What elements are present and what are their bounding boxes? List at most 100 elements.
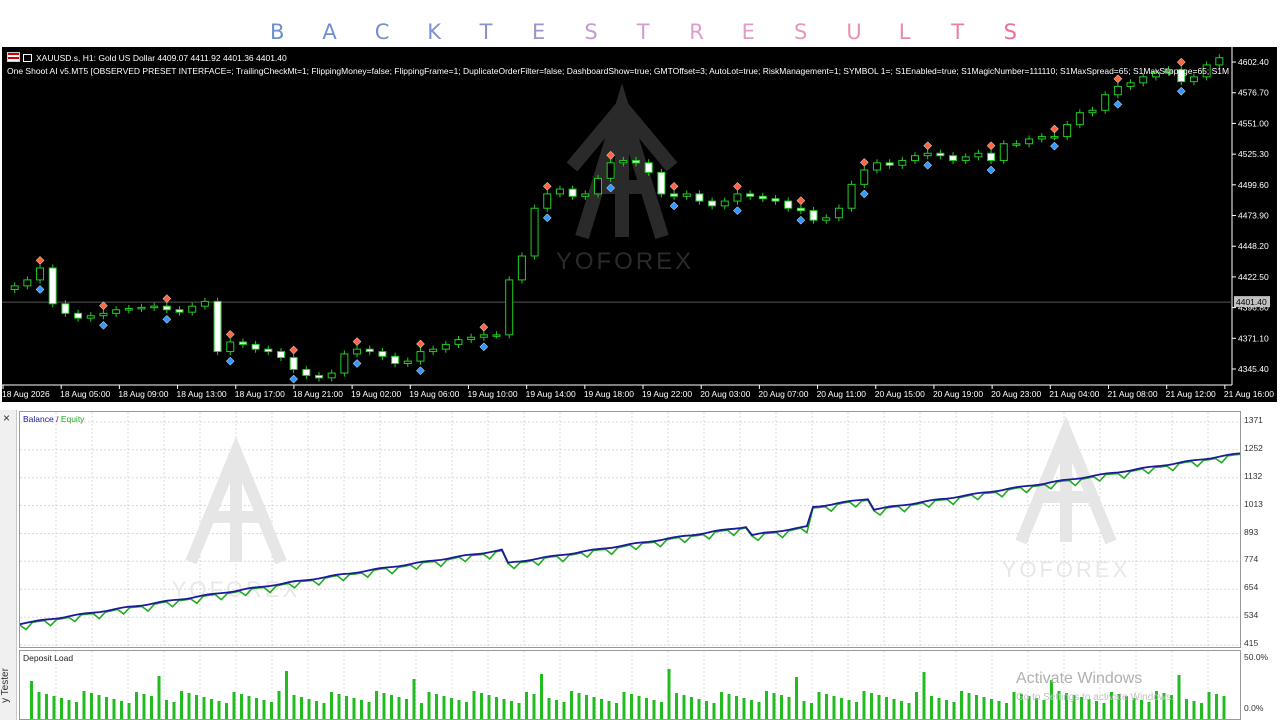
deposit-load-bar (667, 669, 671, 719)
title-letter: B (270, 20, 285, 44)
trade-marker (542, 181, 552, 191)
time-tick-label: 18 Aug 05:00 (60, 389, 110, 399)
candle-body (391, 355, 400, 365)
trade-marker (1050, 124, 1059, 134)
title-letter: S (794, 20, 808, 44)
time-tick-label: 21 Aug 16:00 (1224, 389, 1274, 399)
candle-body (1063, 124, 1072, 138)
time-tick-label: 20 Aug 07:00 (758, 389, 808, 399)
candle-body (847, 183, 856, 209)
deposit-load-bar (682, 695, 686, 719)
deposit-load-bar (1192, 701, 1196, 719)
equity-tick-label: 415 (1244, 638, 1259, 648)
title-banner: BACKTESTRESULTS (0, 0, 1280, 46)
deposit-load-bar (330, 692, 333, 719)
deposit-load-bar (817, 692, 821, 719)
candle-body (289, 357, 298, 370)
price-tick-label: 4448.20 (1238, 241, 1269, 251)
deposit-load-bar (105, 697, 108, 719)
trade-marker (733, 181, 742, 191)
deposit-load-bar (120, 701, 123, 719)
deposit-load-bar (90, 693, 93, 719)
candle-body (771, 198, 780, 202)
close-icon[interactable]: × (3, 411, 10, 425)
deposit-load-bar (967, 693, 971, 719)
deposit-load-bar (1185, 699, 1188, 719)
candle-body (682, 193, 691, 197)
trade-marker (986, 165, 996, 175)
price-tick-label: 4473.90 (1238, 211, 1269, 221)
watermark-logo (1015, 416, 1117, 545)
deposit-tick-max: 50.0% (1244, 652, 1269, 662)
deposit-load-bar (427, 692, 431, 719)
deposit-load-bar (637, 696, 641, 719)
deposit-load-bar (300, 697, 303, 719)
trade-marker (479, 322, 489, 332)
balance-legend: Balance (23, 414, 54, 424)
trade-marker (796, 215, 806, 225)
deposit-load-bar (172, 702, 176, 719)
deposit-load-bar (240, 694, 243, 719)
deposit-load-bar (157, 676, 161, 719)
trade-marker (162, 314, 172, 324)
trade-marker (1113, 74, 1123, 84)
deposit-load-bar (697, 699, 701, 719)
deposit-load-label: Deposit Load (23, 653, 74, 663)
deposit-load-bar (277, 691, 281, 719)
deposit-load-bar (532, 694, 536, 719)
time-tick-label: 20 Aug 11:00 (817, 389, 867, 399)
deposit-load-bar (810, 703, 813, 719)
deposit-load-bar (285, 671, 288, 719)
deposit-load-bar (772, 693, 776, 719)
equity-tick-label: 893 (1244, 526, 1259, 537)
deposit-load-bar (1215, 694, 1218, 719)
price-tick-label: 4525.30 (1238, 149, 1269, 159)
time-tick-label: 19 Aug 06:00 (409, 389, 459, 399)
candle-body (467, 336, 476, 341)
price-chart-window[interactable]: YOFOREX 4602.40 4576.70 4551.00 4525.30 4499.… (2, 47, 1277, 402)
time-tick-label: 18 Aug 09:00 (118, 389, 168, 399)
time-tick-label: 18 Aug 17:00 (235, 389, 285, 399)
deposit-load-bar (960, 691, 963, 719)
deposit-load-bar (750, 700, 753, 719)
candle-body (961, 156, 970, 161)
deposit-load-bar (622, 692, 626, 719)
candle-body (809, 210, 818, 221)
trade-marker (35, 285, 45, 294)
candle-body (936, 152, 945, 157)
candle-body (403, 360, 412, 365)
deposit-load-bar (1102, 703, 1106, 719)
deposit-load-bar (292, 695, 296, 719)
deposit-load-bar (375, 691, 378, 719)
deposit-load-bar (660, 702, 663, 719)
deposit-load-bar (832, 696, 836, 719)
equity-legend: Equity (60, 414, 85, 424)
equity-tick-label: 1252 (1244, 442, 1263, 453)
price-tick-label: 4576.70 (1238, 88, 1269, 98)
deposit-load-bar (862, 691, 866, 719)
chart-type-icon (23, 54, 32, 62)
deposit-load-bar (675, 693, 678, 719)
deposit-load-bar (742, 698, 746, 719)
time-tick-label: 21 Aug 04:00 (1049, 389, 1099, 399)
deposit-load-bar (442, 696, 446, 719)
candle-body (974, 152, 983, 158)
trade-marker (225, 356, 235, 366)
activate-windows-title: Activate Windows (1016, 670, 1143, 687)
deposit-load-bar (540, 674, 543, 719)
deposit-load-bar (585, 695, 588, 719)
candle-body (543, 193, 552, 209)
candle-body (479, 334, 488, 338)
deposit-load-bar (547, 698, 551, 719)
candle-body (36, 267, 45, 281)
watermark-text: YOFOREX (556, 248, 694, 275)
deposit-load-bar (787, 697, 791, 719)
price-tick-label: 4422.50 (1238, 272, 1269, 282)
deposit-load-bar (630, 694, 633, 719)
candle-body (99, 312, 108, 317)
deposit-load-bar (1147, 702, 1151, 719)
deposit-load-bar (37, 692, 41, 719)
deposit-load-bar (765, 691, 768, 719)
candle-body (784, 200, 793, 209)
deposit-load-bar (1005, 703, 1008, 719)
